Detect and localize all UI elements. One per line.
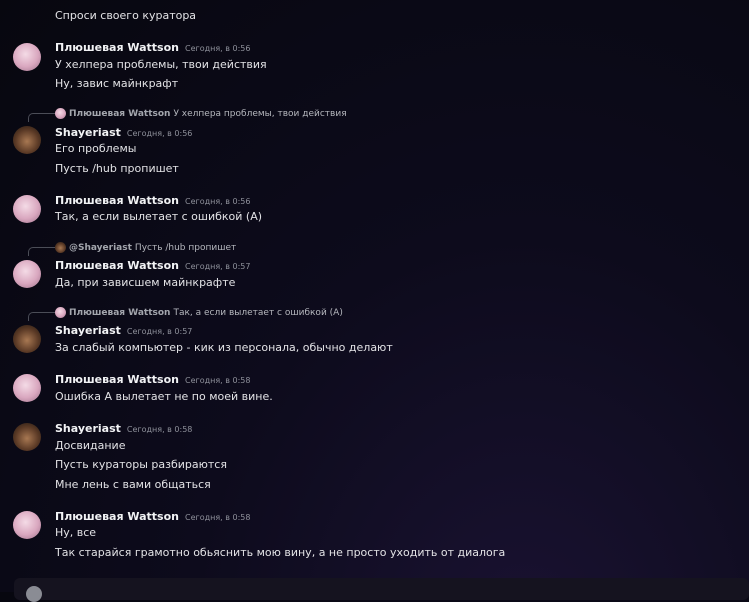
reply-text: Пусть /hub пропишет [134, 242, 237, 253]
author-name[interactable]: Shayeriast [55, 324, 121, 337]
message-text: Пусть кураторы разбираются [55, 458, 227, 471]
message-text: За слабый компьютер - кик из персонала, … [55, 341, 393, 354]
author-name[interactable]: Плюшевая Wattson [55, 41, 179, 54]
message-header: Плюшевая Wattson Сегодня, в 0:56 [55, 194, 251, 207]
reply-preview[interactable]: Плюшевая Wattson У хелпера проблемы, тво… [55, 108, 347, 119]
reply-author: @Shayeriast [69, 242, 132, 253]
message-header: Плюшевая Wattson Сегодня, в 0:56 [55, 41, 251, 54]
message-text: Его проблемы [55, 142, 137, 155]
reply-text: Так, а если вылетает с ошибкой (А) [173, 307, 343, 318]
author-name[interactable]: Shayeriast [55, 422, 121, 435]
timestamp: Сегодня, в 0:58 [185, 376, 251, 385]
message-header: Плюшевая Wattson Сегодня, в 0:58 [55, 510, 251, 523]
message-text: Спроси своего куратора [55, 9, 197, 22]
reply-preview[interactable]: Плюшевая Wattson Так, а если вылетает с … [55, 307, 343, 318]
message-composer[interactable] [14, 578, 749, 600]
avatar[interactable] [13, 423, 41, 451]
message-header: Плюшевая Wattson Сегодня, в 0:58 [55, 373, 251, 386]
message-text: Ошибка А вылетает не по моей вине. [55, 390, 273, 403]
timestamp: Сегодня, в 0:57 [185, 262, 251, 271]
timestamp: Сегодня, в 0:58 [185, 513, 251, 522]
message-text: Мне лень с вами общаться [55, 478, 211, 491]
avatar[interactable] [13, 325, 41, 353]
reply-spine [28, 312, 55, 321]
message-text: Ну, завис майнкрафт [55, 77, 179, 90]
message-header: Плюшевая Wattson Сегодня, в 0:57 [55, 259, 251, 272]
timestamp: Сегодня, в 0:56 [185, 44, 251, 53]
author-name[interactable]: Плюшевая Wattson [55, 259, 179, 272]
author-name[interactable]: Shayeriast [55, 126, 121, 139]
avatar[interactable] [13, 195, 41, 223]
message-text: Да, при зависшем майнкрафте [55, 276, 236, 289]
avatar[interactable] [13, 374, 41, 402]
message-header: Shayeriast Сегодня, в 0:58 [55, 422, 192, 435]
message-text: У хелпера проблемы, твои действия [55, 58, 267, 71]
reply-avatar-icon [55, 108, 66, 119]
message-text: Пусть /hub пропишет [55, 162, 179, 175]
author-name[interactable]: Плюшевая Wattson [55, 194, 179, 207]
message-header: Shayeriast Сегодня, в 0:56 [55, 126, 192, 139]
timestamp: Сегодня, в 0:56 [185, 197, 251, 206]
avatar[interactable] [13, 511, 41, 539]
author-name[interactable]: Плюшевая Wattson [55, 373, 179, 386]
reply-avatar-icon [55, 242, 66, 253]
avatar[interactable] [13, 260, 41, 288]
message-text: Так старайся грамотно обьяснить мою вину… [55, 546, 506, 559]
message-text: Ну, все [55, 526, 97, 539]
timestamp: Сегодня, в 0:57 [126, 327, 193, 336]
avatar[interactable] [13, 43, 41, 71]
reply-spine [28, 247, 55, 256]
timestamp: Сегодня, в 0:56 [126, 129, 193, 138]
add-attachment-icon[interactable] [26, 586, 42, 602]
message-text: Досвидание [55, 439, 126, 452]
reply-text: У хелпера проблемы, твои действия [173, 108, 347, 119]
reply-author: Плюшевая Wattson [69, 108, 171, 119]
message-header: Shayeriast Сегодня, в 0:57 [55, 324, 192, 337]
reply-avatar-icon [55, 307, 66, 318]
timestamp: Сегодня, в 0:58 [126, 425, 193, 434]
reply-preview[interactable]: @Shayeriast Пусть /hub пропишет [55, 242, 236, 253]
author-name[interactable]: Плюшевая Wattson [55, 510, 179, 523]
avatar[interactable] [13, 126, 41, 154]
message-text: Так, а если вылетает с ошибкой (А) [55, 210, 263, 223]
reply-author: Плюшевая Wattson [69, 307, 171, 318]
reply-spine [28, 113, 55, 122]
